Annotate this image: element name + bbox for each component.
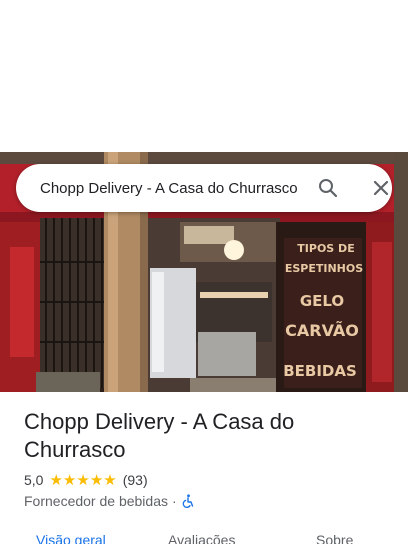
sign-line-3: GELO xyxy=(300,292,344,310)
wheelchair-icon xyxy=(181,494,195,508)
rating-row[interactable]: 5,0 ★ ★ ★ ★ ★ (93) xyxy=(24,471,148,489)
sign-line-4: CARVÃO xyxy=(285,321,359,340)
category-row: Fornecedor de bebidas · xyxy=(24,492,195,510)
sign-line-2: ESPETINHOS xyxy=(285,262,363,275)
tab-reviews[interactable]: Avaliações xyxy=(168,532,235,544)
rating-value: 5,0 xyxy=(24,472,44,488)
star-icon: ★ xyxy=(76,470,90,489)
star-icon: ★ xyxy=(49,470,63,489)
tab-overview[interactable]: Visão geral xyxy=(36,532,106,544)
separator: · xyxy=(172,493,177,509)
tab-about[interactable]: Sobre xyxy=(316,532,353,544)
search-icon[interactable] xyxy=(316,176,340,200)
close-icon[interactable] xyxy=(369,176,393,200)
place-title: Chopp Delivery - A Casa do Churrasco xyxy=(24,409,295,462)
star-icon: ★ xyxy=(103,470,117,489)
search-input[interactable]: Chopp Delivery - A Casa do Churrasco xyxy=(40,179,304,199)
blank-header-area xyxy=(0,0,408,152)
search-bar[interactable]: Chopp Delivery - A Casa do Churrasco xyxy=(16,164,392,212)
star-icon: ★ xyxy=(89,470,104,489)
place-category[interactable]: Fornecedor de bebidas xyxy=(24,493,168,509)
place-tabs: Visão geral Avaliações Sobre xyxy=(0,528,408,544)
star-rating: ★ ★ ★ ★ ★ xyxy=(49,470,117,489)
review-count-link[interactable]: (93) xyxy=(123,472,148,488)
sign-line-1: TIPOS DE xyxy=(297,242,354,255)
star-icon: ★ xyxy=(62,470,77,489)
sign-line-5: BEBIDAS xyxy=(283,362,357,380)
